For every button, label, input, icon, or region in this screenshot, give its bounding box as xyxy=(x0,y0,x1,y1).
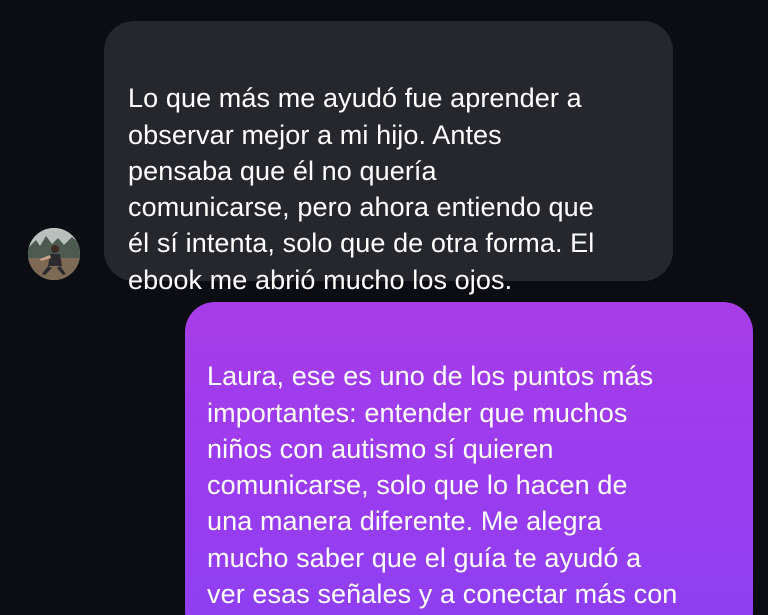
outgoing-message-text: Laura, ese es uno de los puntos más impo… xyxy=(207,361,678,610)
message-thread: Lo que más me ayudó fue aprender a obser… xyxy=(0,0,768,615)
sender-avatar[interactable] xyxy=(28,228,80,280)
incoming-message-text: Lo que más me ayudó fue aprender a obser… xyxy=(128,83,595,295)
avatar-photo-icon xyxy=(28,228,80,280)
incoming-message-bubble[interactable]: Lo que más me ayudó fue aprender a obser… xyxy=(104,21,673,295)
outgoing-message-bubble[interactable]: Laura, ese es uno de los puntos más impo… xyxy=(185,302,753,615)
